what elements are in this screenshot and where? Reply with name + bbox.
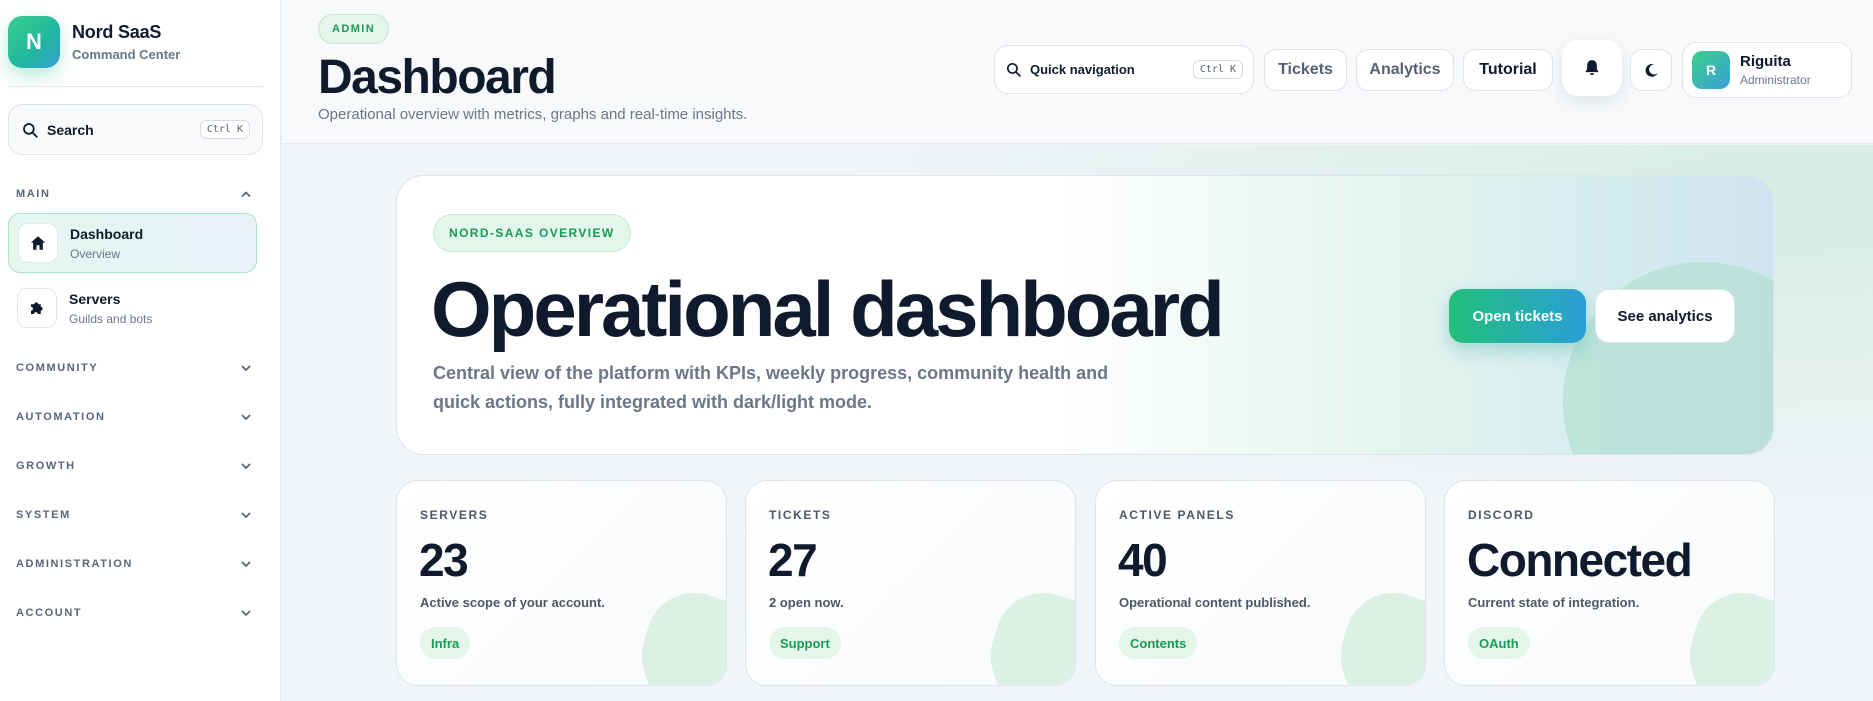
section-label: ACCOUNT [16, 607, 83, 619]
sidebar-item-subtitle: Overview [70, 246, 121, 261]
section-account[interactable]: ACCOUNT [16, 603, 252, 623]
section-growth[interactable]: GROWTH [16, 456, 252, 476]
stat-value: 40 [1118, 534, 1168, 586]
stat-value: Connected [1467, 534, 1693, 586]
quick-navigation-input[interactable]: Quick navigation Ctrl K [994, 45, 1254, 94]
sidebar: N Nord SaaS Command Center Search Ctrl K… [0, 0, 281, 701]
section-label: ADMINISTRATION [16, 558, 133, 570]
sidebar-item-subtitle: Guilds and bots [69, 311, 153, 326]
chevron-up-icon [241, 191, 251, 197]
top-header: ADMIN Dashboard Operational overview wit… [282, 0, 1873, 144]
see-analytics-button[interactable]: See analytics [1595, 289, 1735, 343]
hero-description: Central view of the platform with KPIs, … [433, 363, 1109, 412]
section-system[interactable]: SYSTEM [16, 505, 252, 525]
stat-tag: Contents [1119, 627, 1198, 659]
stat-label: ACTIVE PANELS [1119, 508, 1235, 522]
brand-name: Nord SaaS [72, 22, 162, 42]
chevron-down-icon [241, 365, 251, 371]
section-main-label: MAIN [16, 188, 51, 200]
quick-navigation-label: Quick navigation [1030, 62, 1135, 77]
quick-navigation-shortcut: Ctrl K [1192, 60, 1243, 79]
chevron-down-icon [241, 463, 251, 469]
hero-badge: NORD-SAAS OVERVIEW [433, 214, 631, 252]
stat-description: 2 open now. [769, 595, 844, 610]
section-label: GROWTH [16, 460, 76, 472]
chevron-down-icon [241, 512, 251, 518]
bell-icon [1585, 60, 1599, 76]
sidebar-item-dashboard[interactable]: Dashboard Overview [8, 213, 257, 273]
tickets-button[interactable]: Tickets [1264, 49, 1347, 91]
puzzle-icon [17, 288, 57, 328]
stat-tag: Support [769, 627, 841, 659]
search-icon [23, 122, 38, 138]
chevron-down-icon [241, 561, 251, 567]
chevron-down-icon [241, 414, 251, 420]
card-decoration [1325, 580, 1425, 685]
stat-card-servers[interactable]: SERVERS 23 Active scope of your account.… [396, 480, 727, 686]
avatar: R [1692, 51, 1730, 89]
section-main[interactable]: MAIN [16, 184, 252, 204]
stat-value: 23 [419, 534, 469, 586]
stat-card-active-panels[interactable]: ACTIVE PANELS 40 Operational content pub… [1095, 480, 1426, 686]
sidebar-item-title: Servers [69, 290, 121, 307]
brand-logo: N [8, 16, 60, 68]
hero-card: NORD-SAAS OVERVIEW Operational dashboard… [396, 175, 1774, 455]
section-label: COMMUNITY [16, 362, 99, 374]
sidebar-search[interactable]: Search Ctrl K [8, 104, 263, 155]
card-decoration [975, 580, 1075, 685]
open-tickets-button[interactable]: Open tickets [1449, 289, 1586, 343]
chevron-down-icon [241, 610, 251, 616]
section-label: SYSTEM [16, 509, 71, 521]
theme-toggle-button[interactable] [1630, 49, 1672, 91]
user-name: Riguita [1740, 53, 1791, 70]
stat-value: 27 [768, 534, 818, 586]
card-decoration [1674, 580, 1774, 685]
brand[interactable]: N Nord SaaS Command Center [8, 16, 180, 68]
admin-badge: ADMIN [318, 14, 390, 44]
analytics-button[interactable]: Analytics [1356, 49, 1454, 91]
stat-tag: Infra [420, 627, 471, 659]
stat-description: Active scope of your account. [420, 595, 605, 610]
moon-icon [1645, 63, 1658, 77]
stat-tag: OAuth [1468, 627, 1530, 659]
stat-card-discord[interactable]: DISCORD Connected Current state of integ… [1444, 480, 1775, 686]
sidebar-search-label: Search [47, 121, 94, 138]
sidebar-item-title: Dashboard [70, 225, 144, 242]
tutorial-button[interactable]: Tutorial [1463, 49, 1553, 91]
page-title: Dashboard [318, 51, 557, 104]
section-community[interactable]: COMMUNITY [16, 358, 252, 378]
user-menu[interactable]: R Riguita Administrator [1682, 42, 1852, 98]
sidebar-search-shortcut: Ctrl K [199, 120, 250, 139]
notifications-button[interactable] [1562, 40, 1622, 96]
stat-label: TICKETS [769, 508, 832, 522]
sidebar-divider [8, 86, 263, 87]
search-icon [1006, 62, 1021, 77]
stat-description: Operational content published. [1119, 595, 1311, 610]
card-decoration [626, 580, 726, 685]
stat-description: Current state of integration. [1468, 595, 1640, 610]
section-administration[interactable]: ADMINISTRATION [16, 554, 252, 574]
section-label: AUTOMATION [16, 411, 106, 423]
hero-title: Operational dashboard [431, 265, 1225, 353]
brand-subtitle: Command Center [72, 47, 181, 62]
stat-label: SERVERS [420, 508, 489, 522]
stat-card-tickets[interactable]: TICKETS 27 2 open now. Support [745, 480, 1076, 686]
section-automation[interactable]: AUTOMATION [16, 407, 252, 427]
stat-label: DISCORD [1468, 508, 1535, 522]
home-icon [18, 223, 58, 263]
sidebar-item-servers[interactable]: Servers Guilds and bots [8, 278, 257, 338]
main-content: NORD-SAAS OVERVIEW Operational dashboard… [282, 145, 1873, 701]
user-role: Administrator [1740, 73, 1811, 87]
page-subtitle: Operational overview with metrics, graph… [318, 106, 748, 123]
